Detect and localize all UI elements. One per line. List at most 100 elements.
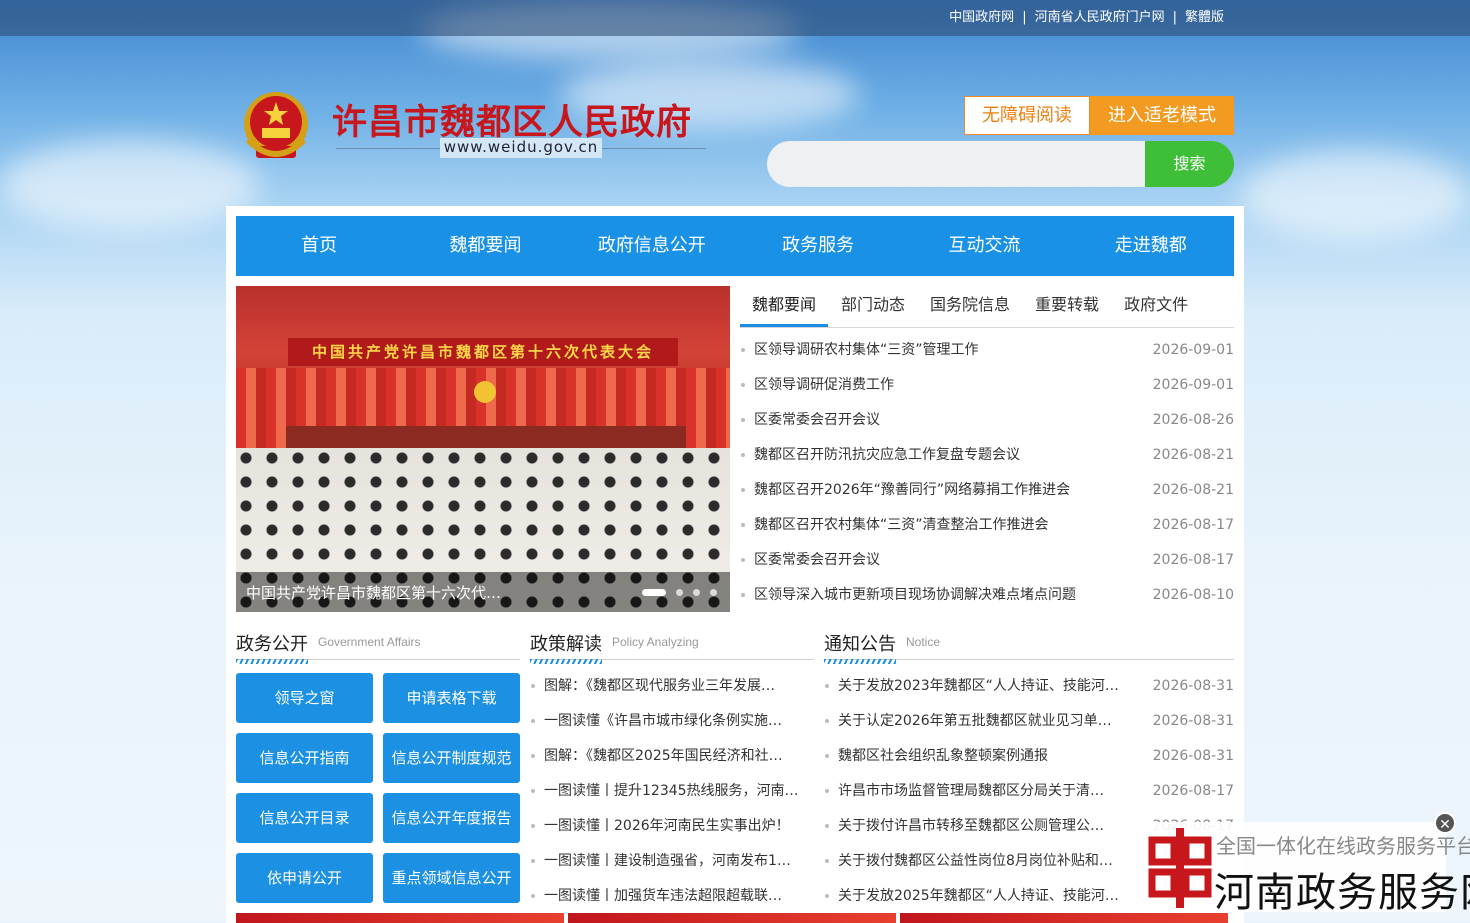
list-item[interactable]: 区委常委会召开会议 2026-08-26 <box>740 402 1234 437</box>
form-download-button[interactable]: 申请表格下载 <box>383 673 520 723</box>
list-item[interactable]: 许昌市市场监督管理局魏都区分局关于清… 2026-08-17 <box>824 778 1234 813</box>
search-input[interactable] <box>767 141 1147 187</box>
section-subtitle: Government Affairs <box>318 635 421 649</box>
key-areas-button[interactable]: 重点领域信息公开 <box>383 853 520 903</box>
tab-gov-documents[interactable]: 政府文件 <box>1112 286 1200 327</box>
nav-about-weidu[interactable]: 走进魏都 <box>1068 216 1234 276</box>
list-item[interactable]: 区领导调研促消费工作 2026-09-01 <box>740 367 1234 402</box>
tab-state-council[interactable]: 国务院信息 <box>918 286 1022 327</box>
nav-gov-info[interactable]: 政府信息公开 <box>569 216 735 276</box>
policy-list: 图解：《魏都区现代服务业三年发展… 一图读懂《许昌市城市绿化条例实施… 图解：《… <box>530 673 800 918</box>
tab-weidu-news[interactable]: 魏都要闻 <box>740 286 829 327</box>
news-title[interactable]: 魏都区召开2026年“豫善同行”网络募捐工作推进会 <box>740 472 1070 507</box>
list-item[interactable]: 一图读懂丨提升12345热线服务，河南… <box>530 778 800 813</box>
news-title[interactable]: 魏都区召开农村集体“三资”清查整治工作推进会 <box>740 507 1049 542</box>
list-item[interactable]: 一图读懂丨建设制造强省，河南发布1… <box>530 848 800 883</box>
link-china-gov[interactable]: 中国政府网 <box>949 10 1014 25</box>
policy-title[interactable]: 图解：《魏都区现代服务业三年发展… <box>530 673 775 708</box>
list-item[interactable]: 图解：《魏都区现代服务业三年发展… <box>530 673 800 708</box>
list-item[interactable]: 区领导深入城市更新项目现场协调解决难点堵点问题 2026-08-10 <box>740 577 1234 612</box>
policy-title[interactable]: 图解：《魏都区2025年国民经济和社… <box>530 743 783 778</box>
news-title[interactable]: 区委常委会召开会议 <box>740 402 880 437</box>
gov-affairs-buttons: 领导之窗 申请表格下载 信息公开指南 信息公开制度规范 信息公开目录 信息公开年… <box>236 673 520 903</box>
news-date: 2026-08-21 <box>1152 482 1234 498</box>
news-date: 2026-09-01 <box>1152 377 1234 393</box>
nav-home[interactable]: 首页 <box>236 216 402 276</box>
news-title[interactable]: 区领导调研农村集体“三资”管理工作 <box>740 332 979 367</box>
news-title[interactable]: 区领导调研促消费工作 <box>740 367 894 402</box>
section-subtitle: Policy Analyzing <box>612 635 699 649</box>
banner-strip[interactable] <box>900 913 1228 923</box>
news-title[interactable]: 区领导深入城市更新项目现场协调解决难点堵点问题 <box>740 577 1076 612</box>
policy-title[interactable]: 一图读懂丨提升12345热线服务，河南… <box>530 778 799 813</box>
top-bar: 中国政府网 | 河南省人民政府门户网 | 繁體版 <box>0 0 1470 36</box>
list-item[interactable]: 区领导调研农村集体“三资”管理工作 2026-09-01 <box>740 332 1234 367</box>
top-links: 中国政府网 | 河南省人民政府门户网 | 繁體版 <box>949 0 1224 36</box>
list-item[interactable]: 一图读懂丨2026年河南民生实事出炉！ <box>530 813 800 848</box>
section-header-policy: 政策解读 Policy Analyzing <box>530 630 814 664</box>
news-date: 2026-08-10 <box>1152 587 1234 603</box>
section-title[interactable]: 通知公告 <box>824 630 896 656</box>
slider-dot[interactable] <box>676 588 683 596</box>
news-tabs: 魏都要闻 部门动态 国务院信息 重要转载 政府文件 <box>740 286 1234 328</box>
banner-strip[interactable] <box>568 913 896 923</box>
list-item[interactable]: 关于认定2026年第五批魏都区就业见习单… 2026-08-31 <box>824 708 1234 743</box>
separator: | <box>1022 10 1027 25</box>
main-nav: 首页 魏都要闻 政府信息公开 政务服务 互动交流 走进魏都 <box>236 216 1234 276</box>
news-date: 2026-08-21 <box>1152 447 1234 463</box>
tab-reprints[interactable]: 重要转载 <box>1023 286 1111 327</box>
news-title[interactable]: 魏都区召开防汛抗灾应急工作复盘专题会议 <box>740 437 1020 472</box>
henan-service-float-ad[interactable]: 全国一体化在线政务服务平台 河南政务服务网 <box>1146 822 1470 916</box>
policy-title[interactable]: 一图读懂丨建设制造强省，河南发布1… <box>530 848 791 883</box>
nav-weidu-news[interactable]: 魏都要闻 <box>402 216 568 276</box>
section-title[interactable]: 政务公开 <box>236 630 308 656</box>
party-emblem-icon <box>474 381 496 403</box>
search-button[interactable]: 搜索 <box>1145 141 1234 187</box>
policy-title[interactable]: 一图读懂《许昌市城市绿化条例实施… <box>530 708 782 743</box>
annual-report-button[interactable]: 信息公开年度报告 <box>383 793 520 843</box>
link-traditional-chinese[interactable]: 繁體版 <box>1185 10 1224 25</box>
section-header-gov-affairs: 政务公开 Government Affairs <box>236 630 520 664</box>
news-title[interactable]: 区委常委会召开会议 <box>740 542 880 577</box>
notice-date: 2026-08-31 <box>1152 713 1234 729</box>
slider-dot[interactable] <box>693 588 700 596</box>
notice-title[interactable]: 魏都区社会组织乱象整顿案例通报 <box>824 743 1048 778</box>
slider-banner: 中国共产党许昌市魏都区第十六次代表大会 <box>288 338 678 366</box>
disclosure-catalog-button[interactable]: 信息公开目录 <box>236 793 373 843</box>
nav-gov-service[interactable]: 政务服务 <box>735 216 901 276</box>
close-icon[interactable]: ✕ <box>1434 812 1456 834</box>
news-date: 2026-09-01 <box>1152 342 1234 358</box>
list-item[interactable]: 魏都区社会组织乱象整顿案例通报 2026-08-31 <box>824 743 1234 778</box>
disclosure-rules-button[interactable]: 信息公开制度规范 <box>383 733 520 783</box>
notice-title[interactable]: 关于拨付魏都区公益性岗位8月岗位补贴和… <box>824 848 1113 883</box>
section-header-notices: 通知公告 Notice <box>824 630 1234 664</box>
list-item[interactable]: 魏都区召开2026年“豫善同行”网络募捐工作推进会 2026-08-21 <box>740 472 1234 507</box>
disclosure-guide-button[interactable]: 信息公开指南 <box>236 733 373 783</box>
slider-dot[interactable] <box>642 588 666 596</box>
site-url: www.weidu.gov.cn <box>440 138 602 158</box>
link-henan-gov[interactable]: 河南省人民政府门户网 <box>1035 10 1165 25</box>
list-item[interactable]: 魏都区召开防汛抗灾应急工作复盘专题会议 2026-08-21 <box>740 437 1234 472</box>
notice-title[interactable]: 许昌市市场监督管理局魏都区分局关于清… <box>824 778 1104 813</box>
list-item[interactable]: 关于发放2023年魏都区“人人持证、技能河… 2026-08-31 <box>824 673 1234 708</box>
section-title[interactable]: 政策解读 <box>530 630 602 656</box>
notice-title[interactable]: 关于认定2026年第五批魏都区就业见习单… <box>824 708 1112 743</box>
nav-interaction[interactable]: 互动交流 <box>901 216 1067 276</box>
list-item[interactable]: 图解：《魏都区2025年国民经济和社… <box>530 743 800 778</box>
slider-dot[interactable] <box>710 588 717 596</box>
site-title: 许昌市魏都区人民政府 <box>332 102 693 143</box>
policy-title[interactable]: 一图读懂丨2026年河南民生实事出炉！ <box>530 813 790 848</box>
banner-strip[interactable] <box>236 913 564 923</box>
accessibility-button[interactable]: 无障碍阅读 <box>964 96 1090 135</box>
apply-disclosure-button[interactable]: 依申请公开 <box>236 853 373 903</box>
notice-title[interactable]: 关于发放2023年魏都区“人人持证、技能河… <box>824 673 1119 708</box>
list-item[interactable]: 魏都区召开农村集体“三资”清查整治工作推进会 2026-08-17 <box>740 507 1234 542</box>
leader-window-button[interactable]: 领导之窗 <box>236 673 373 723</box>
elder-mode-button[interactable]: 进入适老模式 <box>1090 96 1234 135</box>
news-slider[interactable]: 中国共产党许昌市魏都区第十六次代表大会 中国共产党许昌市魏都区第十六次代表大会 <box>236 286 730 612</box>
tab-department-news[interactable]: 部门动态 <box>829 286 917 327</box>
slider-caption[interactable]: 中国共产党许昌市魏都区第十六次代表大会 <box>246 582 506 602</box>
list-item[interactable]: 区委常委会召开会议 2026-08-17 <box>740 542 1234 577</box>
list-item[interactable]: 一图读懂《许昌市城市绿化条例实施… <box>530 708 800 743</box>
notice-title[interactable]: 关于拨付许昌市转移至魏都区公厕管理公… <box>824 813 1104 848</box>
